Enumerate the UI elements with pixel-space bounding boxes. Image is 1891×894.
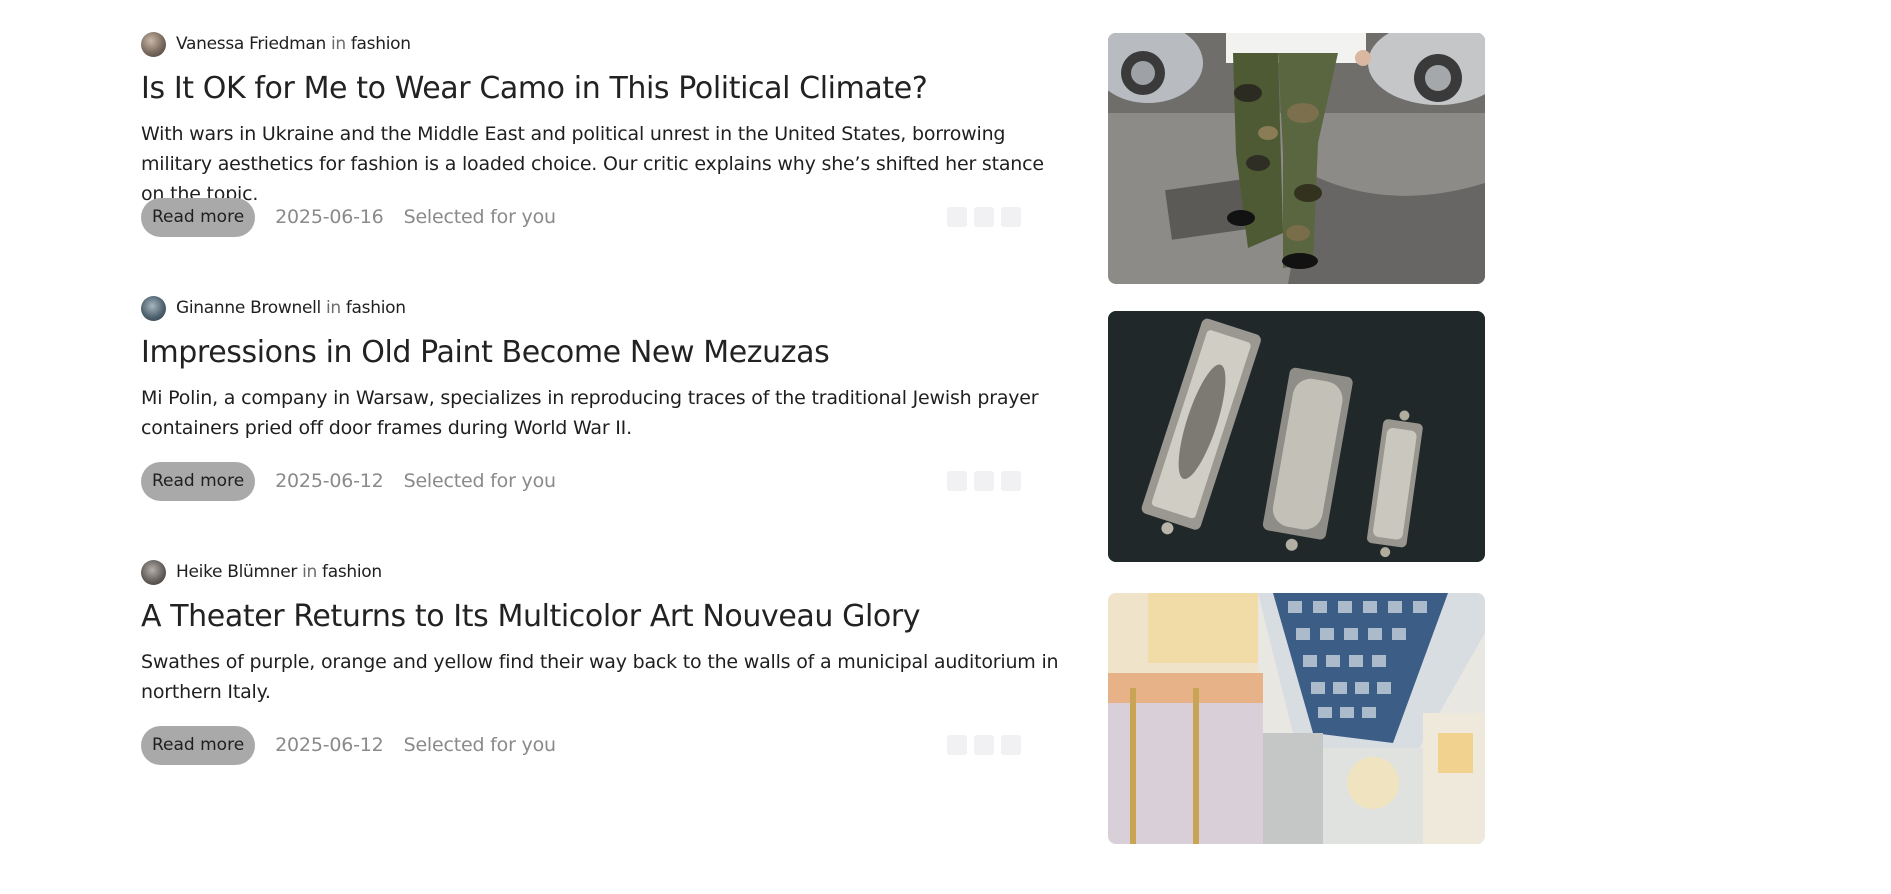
article-actions xyxy=(947,735,1021,755)
bookmark-icon[interactable] xyxy=(947,471,967,491)
article-title[interactable]: Is It OK for Me to Wear Camo in This Pol… xyxy=(141,71,1061,107)
byline: Vanessa Friedman in fashion xyxy=(141,31,1061,57)
bookmark-icon[interactable] xyxy=(947,735,967,755)
author-name[interactable]: Ginanne Brownell xyxy=(176,298,321,318)
share-icon[interactable] xyxy=(974,735,994,755)
article-text: Heike Blümner in fashion A Theater Retur… xyxy=(141,559,1061,707)
share-icon[interactable] xyxy=(974,207,994,227)
category-link[interactable]: fashion xyxy=(346,298,406,318)
article-card: Vanessa Friedman in fashion Is It OK for… xyxy=(141,31,1486,295)
article-title[interactable]: Impressions in Old Paint Become New Mezu… xyxy=(141,335,1061,371)
article-text: Vanessa Friedman in fashion Is It OK for… xyxy=(141,31,1061,209)
article-title[interactable]: A Theater Returns to Its Multicolor Art … xyxy=(141,599,1061,635)
article-feed: Vanessa Friedman in fashion Is It OK for… xyxy=(141,31,1486,844)
more-icon[interactable] xyxy=(1001,471,1021,491)
share-icon[interactable] xyxy=(974,471,994,491)
article-date: 2025-06-16 xyxy=(275,206,384,228)
in-word: in xyxy=(325,298,341,318)
recommendation-tag: Selected for you xyxy=(403,470,556,492)
mezuzas-photo[interactable] xyxy=(1108,311,1485,562)
article-date: 2025-06-12 xyxy=(275,470,384,492)
author-name[interactable]: Vanessa Friedman xyxy=(176,34,326,54)
read-more-button[interactable]: Read more xyxy=(141,725,256,765)
article-actions xyxy=(947,207,1021,227)
article-text: Ginanne Brownell in fashion Impressions … xyxy=(141,295,1061,443)
article-excerpt: Swathes of purple, orange and yellow fin… xyxy=(141,651,1059,703)
category-link[interactable]: fashion xyxy=(322,562,382,582)
more-icon[interactable] xyxy=(1001,735,1021,755)
read-more-button[interactable]: Read more xyxy=(141,197,256,237)
article-meta: Read more 2025-06-12 Selected for you xyxy=(141,725,1021,765)
recommendation-tag: Selected for you xyxy=(403,206,556,228)
camo-pants-photo[interactable] xyxy=(1108,33,1485,284)
category-link[interactable]: fashion xyxy=(351,34,411,54)
author-name[interactable]: Heike Blümner xyxy=(176,562,297,582)
read-more-button[interactable]: Read more xyxy=(141,461,256,501)
article-actions xyxy=(947,471,1021,491)
avatar[interactable] xyxy=(141,295,166,321)
article-card: Ginanne Brownell in fashion Impressions … xyxy=(141,295,1486,562)
in-word: in xyxy=(302,562,318,582)
article-meta: Read more 2025-06-12 Selected for you xyxy=(141,461,1021,501)
avatar[interactable] xyxy=(141,31,166,57)
avatar[interactable] xyxy=(141,559,166,585)
article-excerpt: Mi Polin, a company in Warsaw, specializ… xyxy=(141,387,1039,439)
article-date: 2025-06-12 xyxy=(275,734,384,756)
byline: Heike Blümner in fashion xyxy=(141,559,1061,585)
more-icon[interactable] xyxy=(1001,207,1021,227)
theater-interior-photo[interactable] xyxy=(1108,593,1485,844)
in-word: in xyxy=(330,34,346,54)
article-meta: Read more 2025-06-16 Selected for you xyxy=(141,197,1021,237)
recommendation-tag: Selected for you xyxy=(403,734,556,756)
article-excerpt: With wars in Ukraine and the Middle East… xyxy=(141,123,1044,205)
bookmark-icon[interactable] xyxy=(947,207,967,227)
byline: Ginanne Brownell in fashion xyxy=(141,295,1061,321)
article-card: Heike Blümner in fashion A Theater Retur… xyxy=(141,559,1486,844)
